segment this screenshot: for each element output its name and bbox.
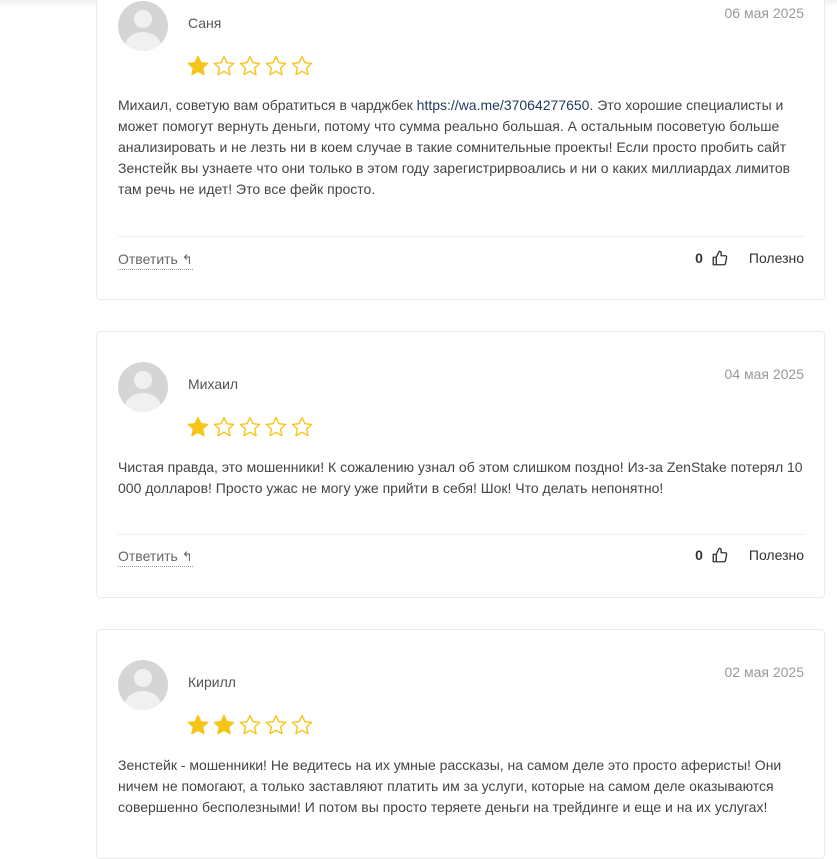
reply-button[interactable]: Ответить ↰ (118, 548, 193, 567)
review-date: 06 мая 2025 (724, 5, 805, 21)
thumbs-up-icon[interactable] (711, 546, 729, 564)
star-empty-icon (291, 714, 313, 735)
review-card: Саня 06 мая 2025 Михаил, советую вам обр… (96, 0, 825, 300)
star-empty-icon (265, 55, 287, 76)
review-text: Чистая правда, это мошенники! К сожалени… (118, 459, 803, 496)
star-rating (186, 415, 314, 439)
review-card: Михаил 04 мая 2025 Чистая правда, это мо… (96, 331, 825, 598)
star-empty-icon (239, 416, 261, 437)
divider (118, 534, 804, 535)
star-empty-icon (213, 416, 235, 437)
review-date: 02 мая 2025 (724, 664, 805, 680)
review-date: 04 мая 2025 (724, 366, 805, 382)
useful-label: Полезно (748, 547, 804, 563)
review-author: Михаил (188, 376, 239, 392)
reply-button[interactable]: Ответить ↰ (118, 251, 193, 270)
star-filled-icon (187, 714, 209, 735)
star-empty-icon (265, 714, 287, 735)
avatar (118, 362, 168, 412)
star-empty-icon (291, 55, 313, 76)
star-empty-icon (239, 714, 261, 735)
star-filled-icon (187, 416, 209, 437)
review-text: Зенстейк - мошенники! Не ведитесь на их … (118, 757, 782, 815)
vote-widget: 0 Полезно (695, 249, 804, 267)
star-empty-icon (265, 416, 287, 437)
divider (118, 236, 804, 237)
vote-count: 0 (695, 547, 703, 563)
review-author: Саня (188, 15, 222, 31)
thumbs-up-icon[interactable] (711, 249, 729, 267)
star-rating (186, 54, 314, 78)
useful-label: Полезно (748, 250, 804, 266)
vote-widget: 0 Полезно (695, 546, 804, 564)
star-empty-icon (213, 55, 235, 76)
reply-arrow-icon: ↰ (181, 549, 193, 564)
star-rating (186, 713, 314, 737)
star-empty-icon (291, 416, 313, 437)
reply-arrow-icon: ↰ (181, 252, 193, 267)
review-author: Кирилл (188, 674, 236, 690)
chargeback-link[interactable]: https://wa.me/37064277650 (417, 97, 590, 113)
star-filled-icon (213, 714, 235, 735)
star-filled-icon (187, 55, 209, 76)
avatar (118, 660, 168, 710)
review-card: Кирилл 02 мая 2025 Зенстейк - мошенники!… (96, 629, 825, 859)
vote-count: 0 (695, 250, 703, 266)
review-text: Михаил, советую вам обратиться в чарджбе… (118, 97, 791, 197)
star-empty-icon (239, 55, 261, 76)
avatar (118, 1, 168, 51)
